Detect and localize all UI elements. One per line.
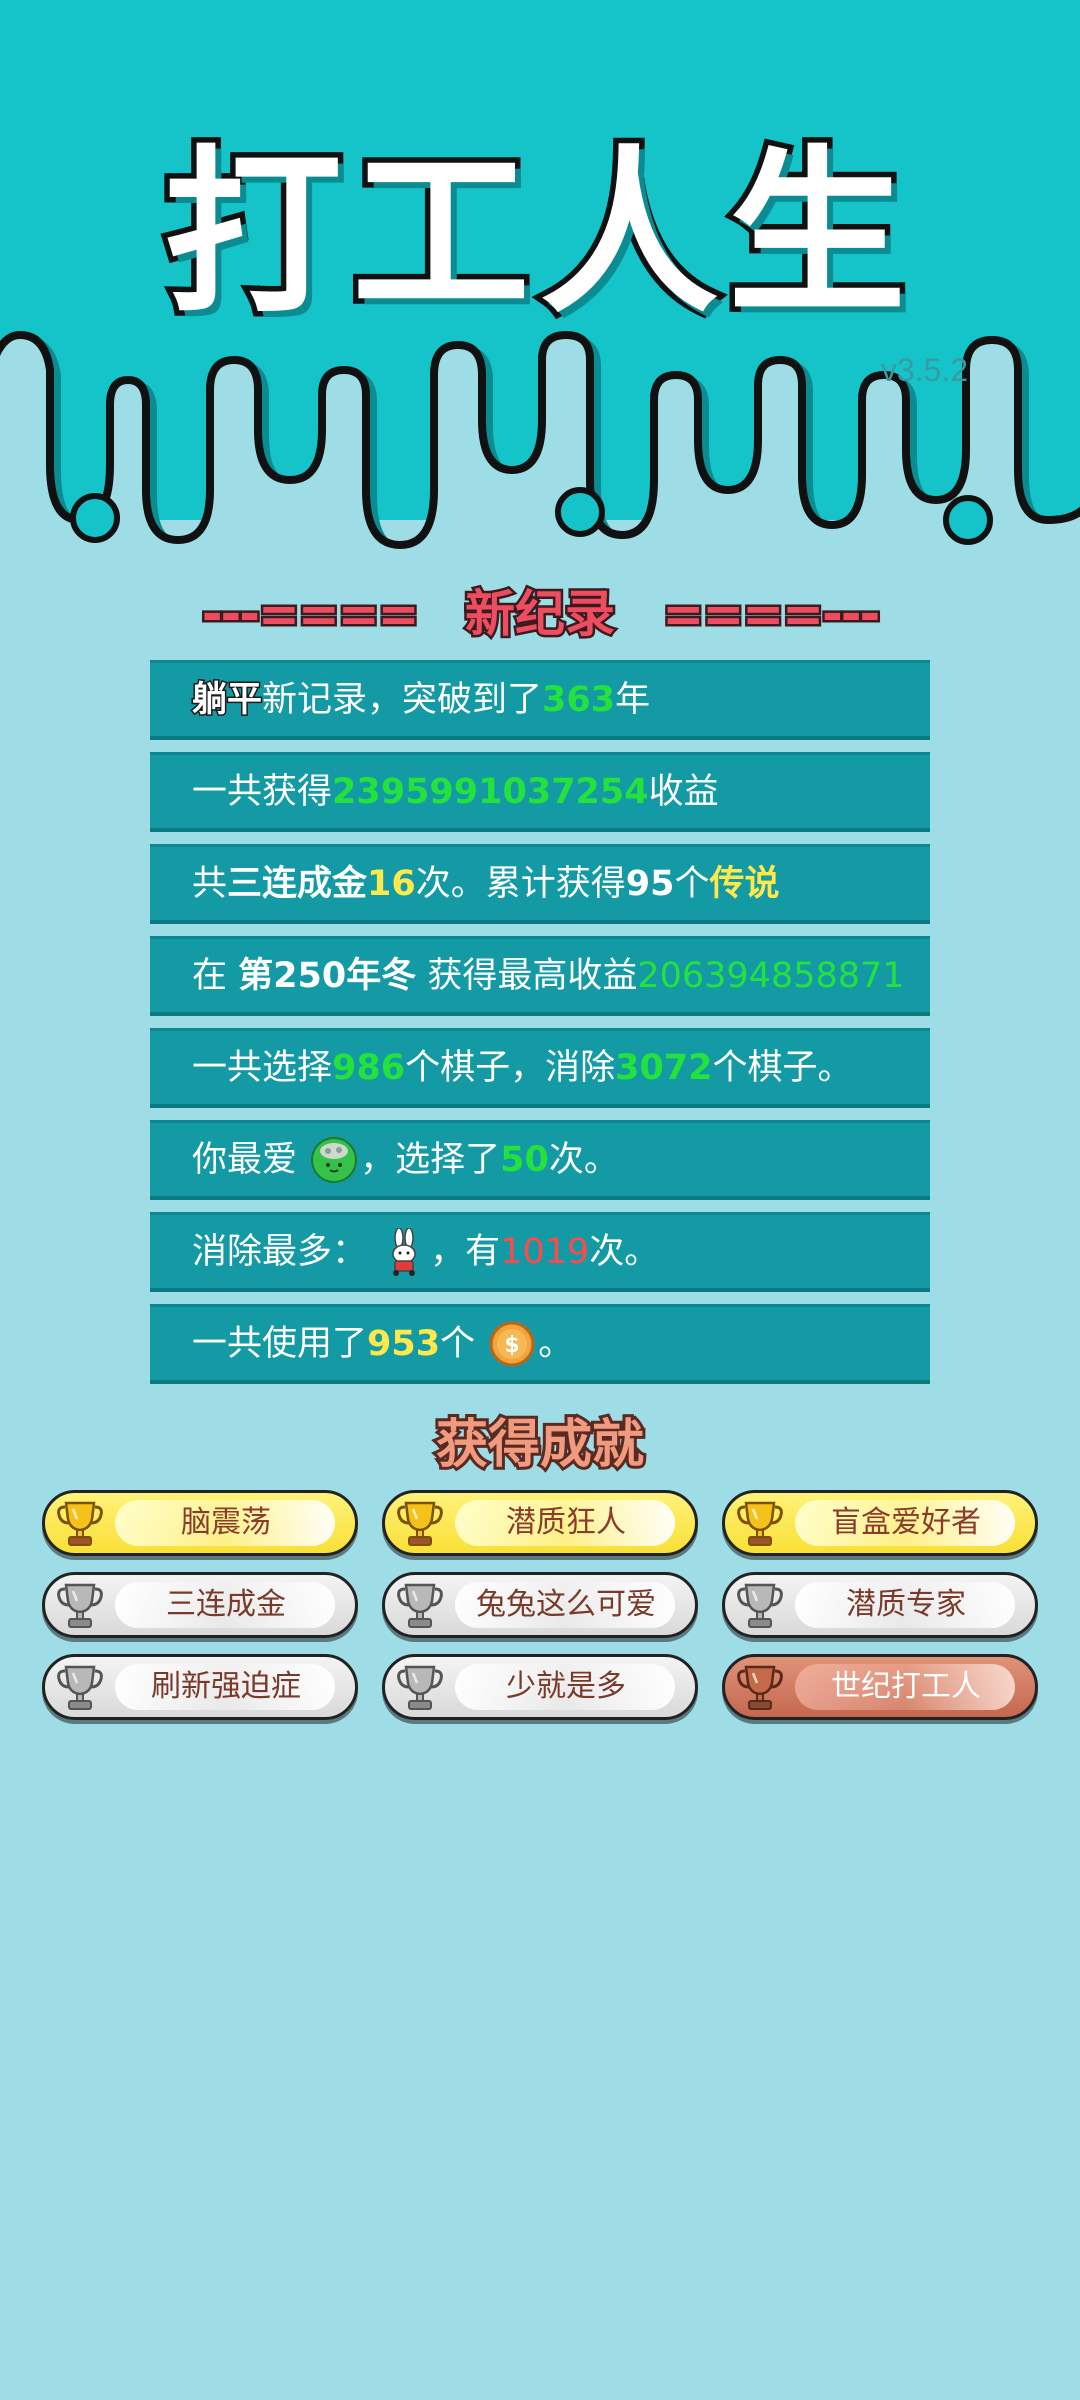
stat-text: 在 <box>192 956 239 996</box>
stat-highlight: 三连成金 <box>227 864 368 904</box>
stat-row-total-income: 一共获得2395991037254收益 <box>150 752 930 832</box>
stat-text: 一共选择 <box>192 1048 333 1088</box>
trophy-icon <box>57 1665 103 1710</box>
achievements-heading: 获得成就 <box>433 1412 647 1478</box>
stat-text: ，有 <box>430 1232 501 1272</box>
stat-row-favorite: 你最爱 ，选择了50次。 <box>150 1120 930 1200</box>
stat-highlight: 传说 <box>709 864 780 904</box>
stat-row-coins-used: 一共使用了953个 $ 。 <box>150 1304 930 1384</box>
stat-highlight: 第250年冬 <box>238 956 417 996</box>
new-record-heading: ---==== 新纪录 ====--- <box>0 574 1080 646</box>
achievement-label: 兔兔这么可爱 <box>476 1587 656 1622</box>
trophy-icon <box>57 1583 103 1628</box>
stat-text: 一共获得 <box>192 772 333 812</box>
heading-dashes-left: ---==== <box>199 583 422 646</box>
trophy-icon <box>737 1665 783 1710</box>
stat-text: 新记录，突破到了 <box>262 680 543 720</box>
stat-text: 年 <box>615 680 651 720</box>
achievement-label: 刷新强迫症 <box>151 1669 301 1704</box>
stat-text: 次。 <box>589 1232 660 1272</box>
achievement-badge[interactable]: 少就是多 <box>382 1654 698 1720</box>
stat-text: 消除最多： <box>192 1232 368 1272</box>
new-record-title: 新纪录 <box>463 583 618 646</box>
achievement-badge[interactable]: 世纪打工人 <box>722 1654 1038 1720</box>
stat-text: 。 <box>538 1324 574 1364</box>
achievement-label: 脑震荡 <box>181 1505 271 1540</box>
achievement-label: 少就是多 <box>506 1669 626 1704</box>
stat-value: 95 <box>625 864 675 904</box>
trophy-icon <box>57 1501 103 1546</box>
stat-text: 次。 <box>548 1140 619 1180</box>
mode-name: 躺平 <box>190 679 263 722</box>
stat-text: 个棋子，消除 <box>405 1048 616 1088</box>
achievement-badge[interactable]: 刷新强迫症 <box>42 1654 358 1720</box>
achievement-label: 潜质狂人 <box>506 1505 626 1540</box>
stat-value: 3072 <box>615 1048 713 1088</box>
stat-value: 16 <box>367 864 416 904</box>
stat-text: 次。累计获得 <box>415 864 626 904</box>
coin-icon: $ <box>489 1321 535 1367</box>
game-title: 打工人生 <box>159 125 916 343</box>
achievement-badge[interactable]: 脑震荡 <box>42 1490 358 1556</box>
stat-value: 953 <box>367 1324 441 1364</box>
stat-row-lying-flat: 躺平新记录，突破到了363年 <box>150 660 930 740</box>
stat-row-most-eliminated: 消除最多： ，有1019次。 <box>150 1212 930 1292</box>
stat-value: 50 <box>500 1140 549 1180</box>
stat-text: 个棋子。 <box>712 1048 853 1088</box>
achievement-badge[interactable]: 三连成金 <box>42 1572 358 1638</box>
achievement-label: 潜质专家 <box>846 1587 966 1622</box>
rabbit-icon <box>392 1228 416 1276</box>
trophy-icon <box>397 1501 443 1546</box>
stat-value: 2395991037254 <box>332 772 649 812</box>
stat-text: ，选择了 <box>360 1140 501 1180</box>
stat-value: 206394858871 <box>637 956 905 996</box>
achievement-badge[interactable]: 潜质狂人 <box>382 1490 698 1556</box>
achievement-badge[interactable]: 潜质专家 <box>722 1572 1038 1638</box>
trophy-icon <box>397 1583 443 1628</box>
stat-text: 个 <box>440 1324 476 1364</box>
stat-text: 一共使用了 <box>192 1324 368 1364</box>
stat-value: 1019 <box>500 1232 590 1272</box>
cabbage-icon <box>311 1137 358 1183</box>
trophy-icon <box>737 1501 783 1546</box>
achievement-label: 盲盒爱好者 <box>831 1505 981 1540</box>
stat-text: 个 <box>674 864 710 904</box>
trophy-icon <box>397 1665 443 1710</box>
achievement-label: 三连成金 <box>166 1587 286 1622</box>
stat-value: 986 <box>332 1048 406 1088</box>
achievement-label: 世纪打工人 <box>831 1669 981 1704</box>
stat-row-pieces: 一共选择986个棋子，消除3072个棋子。 <box>150 1028 930 1108</box>
stat-text: 共 <box>192 864 228 904</box>
trophy-icon <box>737 1583 783 1628</box>
stat-row-triple-gold: 共三连成金16次。累计获得95个传说 <box>150 844 930 924</box>
stat-text: 收益 <box>648 772 719 812</box>
stat-text: 获得最高收益 <box>416 956 638 996</box>
stat-row-highest-income: 在 第250年冬 获得最高收益206394858871 <box>150 936 930 1016</box>
svg-text:$: $ <box>505 1333 520 1358</box>
header-banner: 打工人生 v3.5.2 <box>0 0 1080 560</box>
stat-text: 你最爱 <box>192 1140 298 1180</box>
achievement-badge[interactable]: 兔兔这么可爱 <box>382 1572 698 1638</box>
stat-value: 363 <box>542 680 616 720</box>
heading-dashes-right: ====--- <box>660 583 883 646</box>
achievement-badge[interactable]: 盲盒爱好者 <box>722 1490 1038 1556</box>
version-label: v3.5.2 <box>880 352 968 388</box>
